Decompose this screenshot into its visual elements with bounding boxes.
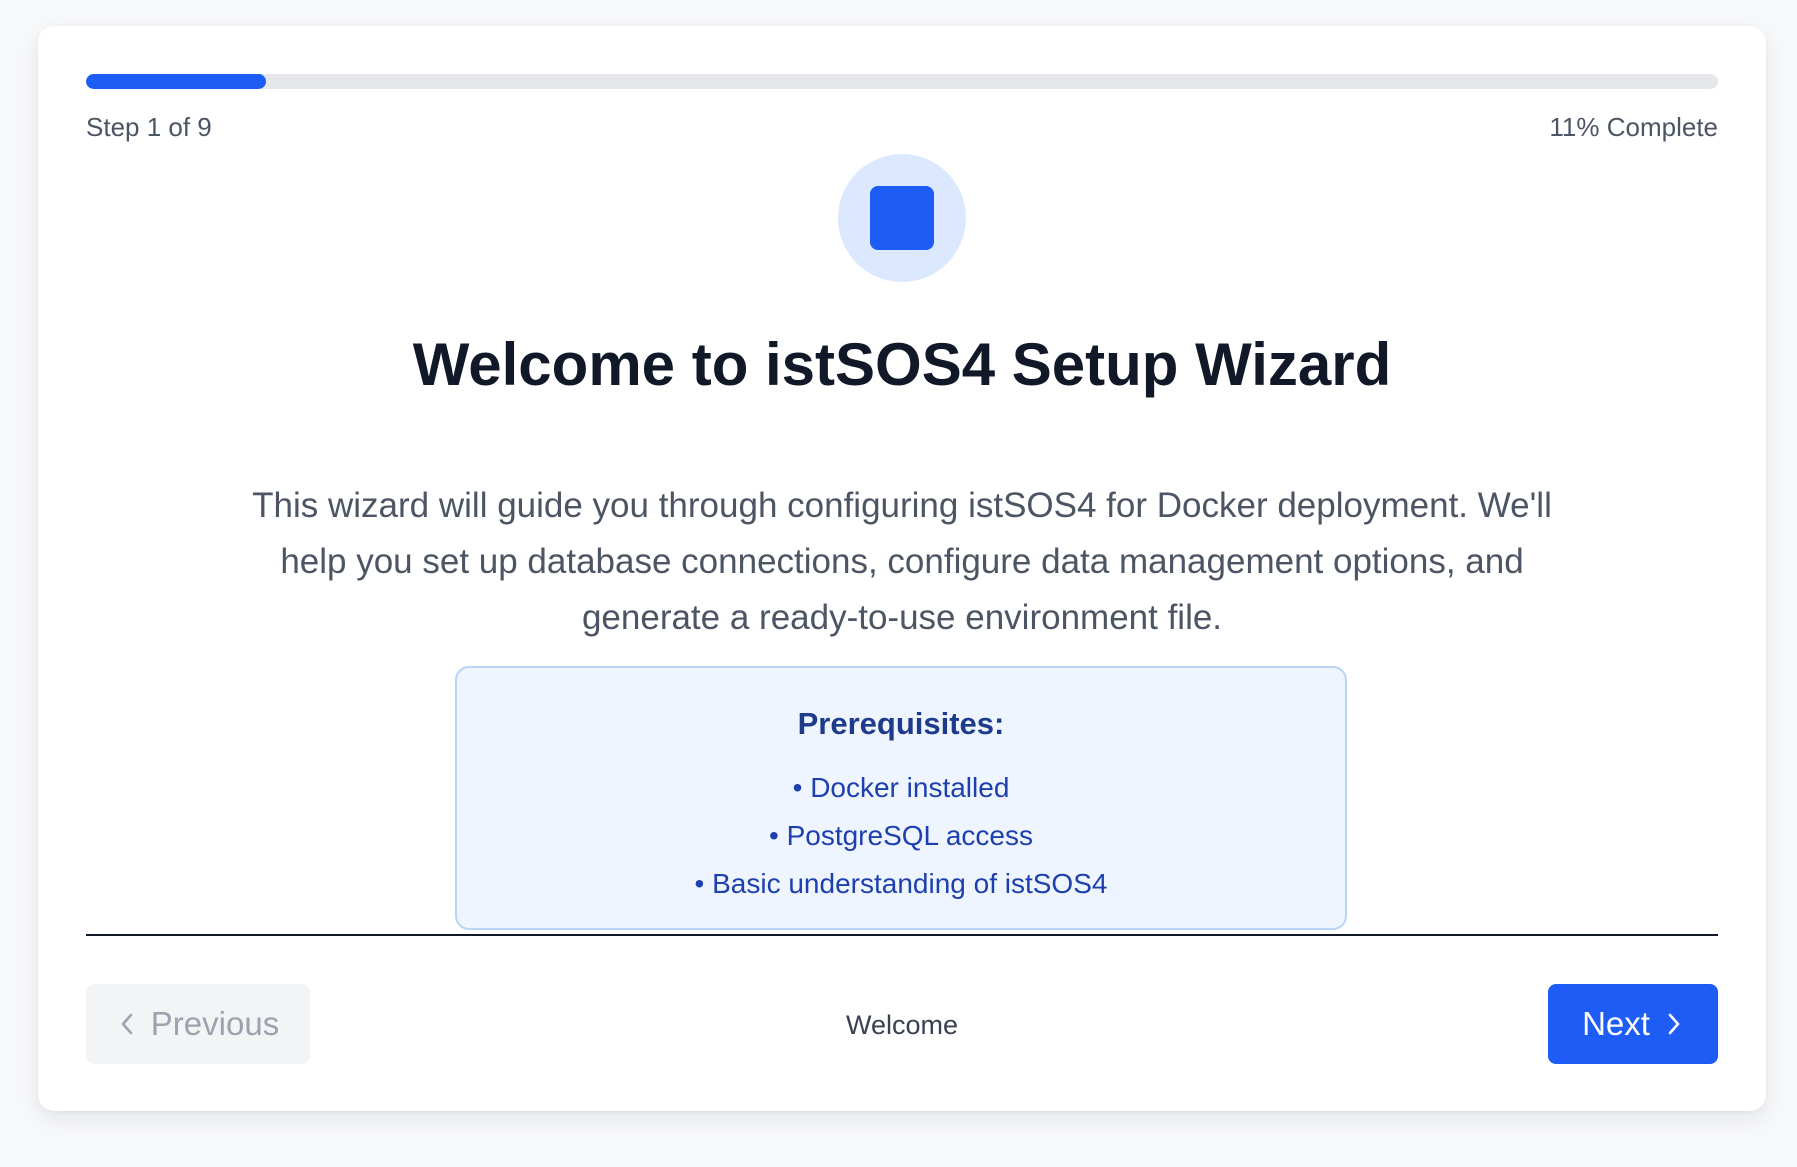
chevron-right-icon — [1664, 1011, 1684, 1037]
wizard-card: Step 1 of 9 11% Complete Welcome to istS… — [38, 26, 1766, 1111]
prerequisite-item: • Docker installed — [792, 772, 1010, 803]
next-button-label: Next — [1582, 1005, 1650, 1042]
next-button[interactable]: Next — [1548, 984, 1718, 1064]
page-title: Welcome to istSOS4 Setup Wizard — [412, 331, 1392, 398]
prerequisites-panel: Prerequisites: • Docker installed • Post… — [455, 666, 1347, 930]
prerequisite-item: • PostgreSQL access — [769, 820, 1033, 851]
progress-bar — [86, 74, 1718, 89]
progress-bar-fill — [86, 74, 266, 89]
prerequisite-item: • Basic understanding of istSOS4 — [694, 868, 1108, 899]
current-step-name: Welcome — [845, 1010, 959, 1040]
percent-complete: 11% Complete — [1549, 112, 1718, 142]
blue-square-icon — [870, 186, 934, 250]
wizard-description: This wizard will guide you through confi… — [252, 486, 1552, 637]
step-indicator: Step 1 of 9 — [86, 112, 212, 142]
prerequisites-title: Prerequisites: — [797, 706, 1005, 741]
welcome-icon-circle — [838, 154, 966, 282]
prerequisites-list: • Docker installed • PostgreSQL access •… — [457, 764, 1345, 908]
footer-divider — [86, 934, 1718, 936]
